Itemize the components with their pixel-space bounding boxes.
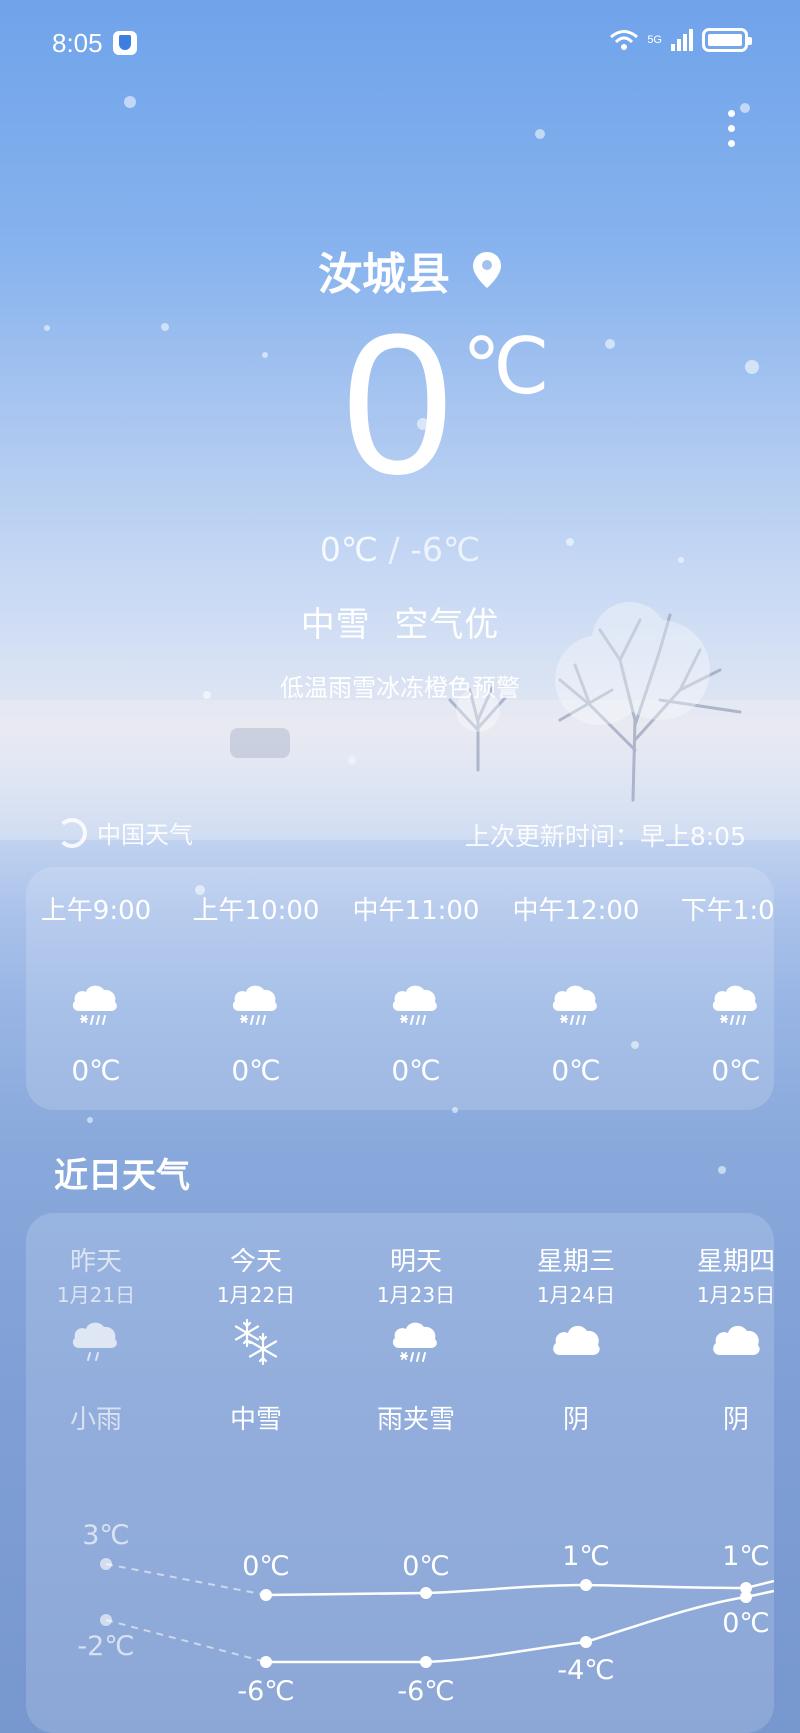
hourly-temp: 0℃ [391, 1054, 441, 1087]
sleet-icon [230, 980, 282, 1030]
wifi-icon [610, 30, 639, 50]
condition-line: 中雪 空气优 [0, 597, 800, 646]
air-quality[interactable]: 空气优 [394, 605, 499, 645]
low-temp: -6℃ [410, 530, 481, 569]
signal-icon [671, 29, 693, 51]
sleet-icon [70, 980, 122, 1030]
sleet-icon [550, 980, 602, 1030]
battery-icon [702, 28, 752, 52]
low-temp-point [100, 1614, 112, 1626]
high-temp-line [265, 1579, 774, 1597]
weather-warning[interactable]: 低温雨雪冰冻橙色预警 [0, 668, 800, 703]
daily-low-label: -6℃ [397, 1676, 455, 1707]
high-temp-point [100, 1558, 112, 1570]
daily-low-label: -4℃ [557, 1655, 615, 1686]
current-temperature: 0 [341, 293, 454, 516]
data-source: 中国天气 [57, 815, 193, 850]
hourly-item: 下午1:00 0℃ [666, 867, 774, 1110]
hourly-temp: 0℃ [711, 1054, 761, 1087]
daily-high-label: 0℃ [402, 1551, 450, 1582]
daily-high-label: 1℃ [562, 1541, 610, 1572]
weather-condition: 中雪 [300, 605, 371, 645]
hourly-temp: 0℃ [551, 1054, 601, 1087]
china-weather-logo-icon [57, 817, 87, 848]
hourly-forecast-card[interactable]: 上午9:00 0℃ 上午10:00 0℃ 中午11:00 0℃ 中午12:00 … [26, 867, 774, 1110]
daily-low-label: -6℃ [237, 1676, 295, 1707]
daily-low-label: -2℃ [77, 1631, 135, 1662]
daily-high-label: 0℃ [242, 1551, 290, 1582]
sleet-icon [710, 980, 762, 1030]
daily-high-label: 3℃ [82, 1520, 130, 1551]
security-shield-icon [113, 31, 137, 55]
hourly-item: 中午11:00 0℃ [346, 867, 486, 1110]
recent-weather-title: 近日天气 [54, 1156, 190, 1196]
more-options-icon[interactable] [726, 110, 736, 160]
hourly-item: 上午9:00 0℃ [26, 867, 166, 1110]
low-temp-point [260, 1656, 272, 1668]
range-separator: / [388, 530, 400, 569]
low-temp-point [740, 1591, 752, 1603]
temperature-range: 0℃ / -6℃ [0, 530, 800, 569]
hourly-temp: 0℃ [71, 1054, 121, 1087]
status-icons: 5G [609, 28, 752, 52]
hourly-temp: 0℃ [231, 1054, 281, 1087]
high-temp-point [580, 1579, 592, 1591]
temperature-unit: ℃ [462, 322, 550, 412]
source-name: 中国天气 [97, 821, 193, 849]
daily-high-label: 1℃ [722, 1541, 770, 1572]
high-temp: 0℃ [319, 530, 378, 569]
last-updated: 上次更新时间：早上8:05 [464, 822, 746, 851]
daily-forecast-card[interactable]: 昨天 1月21日 小雨 今天 1月22日 中雪 明天 1月23日 雨夹雪 星期三… [26, 1213, 774, 1733]
low-temp-point [420, 1656, 432, 1668]
daily-low-label: 0℃ [722, 1608, 770, 1639]
sleet-icon [390, 980, 442, 1030]
network-type-label: 5G [647, 33, 662, 46]
location-pin-icon[interactable] [472, 251, 502, 289]
status-time: 8:05 [52, 28, 103, 58]
high-temp-point [260, 1589, 272, 1601]
hourly-item: 上午10:00 0℃ [186, 867, 326, 1110]
low-temp-point [580, 1636, 592, 1648]
hourly-item: 中午12:00 0℃ [506, 867, 646, 1110]
high-temp-point [420, 1587, 432, 1599]
hourly-time: 下午1:00 [680, 896, 774, 926]
